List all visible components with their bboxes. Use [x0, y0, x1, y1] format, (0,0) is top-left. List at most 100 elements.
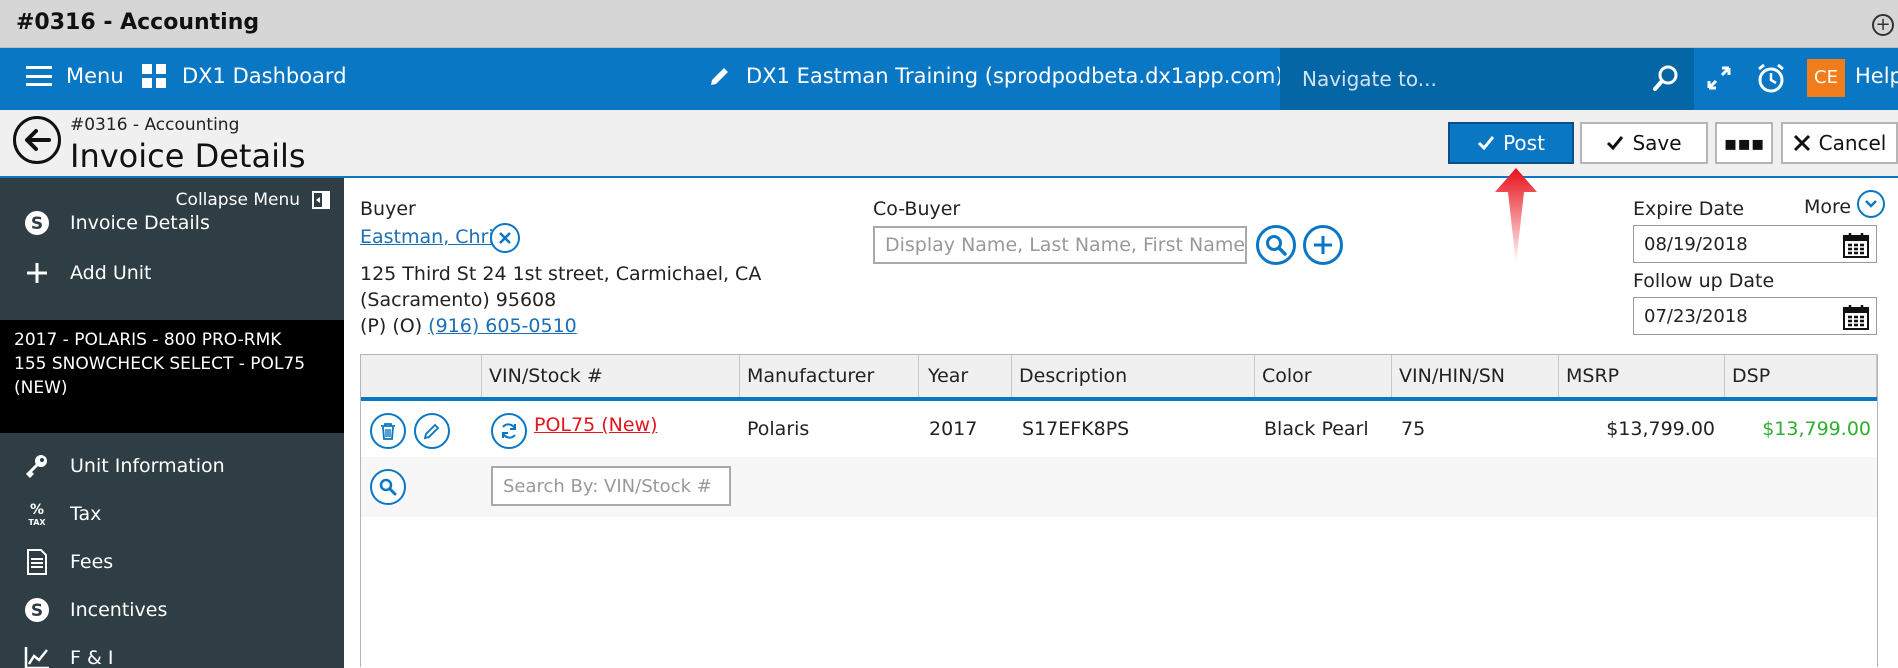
avatar[interactable]: CE: [1807, 59, 1845, 97]
close-icon: [499, 232, 511, 244]
sidebar-item-label: Tax: [70, 503, 102, 525]
calendar-icon[interactable]: [1842, 231, 1870, 259]
svg-text:S: S: [31, 601, 43, 621]
cobuyer-search-button[interactable]: [1256, 225, 1296, 265]
annotation-arrow-icon: [1495, 168, 1537, 264]
sidebar-item-tax[interactable]: % TAX Tax: [0, 491, 344, 537]
column-header-color[interactable]: Color: [1255, 355, 1392, 397]
table-row: POL75 (New) Polaris 2017 S17EFK8PS Black…: [361, 401, 1877, 457]
followup-date-value: 07/23/2018: [1644, 305, 1748, 327]
unit-line: 155 SNOWCHECK SELECT - POL75: [14, 354, 306, 374]
help-link[interactable]: Help: [1855, 64, 1898, 88]
sidebar-item-label: Unit Information: [70, 455, 225, 477]
post-label: Post: [1503, 131, 1545, 155]
search-icon[interactable]: [1652, 64, 1680, 92]
menu-button[interactable]: Menu: [26, 64, 124, 88]
sidebar-item-incentives[interactable]: S Incentives: [0, 587, 344, 633]
fullscreen-icon[interactable]: [1705, 64, 1733, 92]
check-icon: [1607, 136, 1624, 151]
remove-buyer-button[interactable]: [490, 223, 520, 253]
page-title: Invoice Details: [70, 137, 306, 175]
sidebar-item-label: Fees: [70, 551, 114, 573]
sidebar-item-invoice-details[interactable]: S Invoice Details: [0, 200, 344, 246]
check-icon: [1478, 136, 1495, 151]
cancel-button[interactable]: Cancel: [1781, 122, 1898, 164]
calendar-icon[interactable]: [1842, 303, 1870, 331]
document-icon: [27, 549, 47, 575]
buyer-phone-row: (P) (O) (916) 605-0510: [360, 315, 577, 337]
navigate-input[interactable]: [1280, 48, 1620, 110]
svg-text:TAX: TAX: [28, 518, 46, 527]
breadcrumb: #0316 - Accounting: [70, 115, 240, 135]
unit-search-button[interactable]: [370, 469, 406, 505]
followup-date-field[interactable]: 07/23/2018: [1633, 297, 1877, 335]
column-header-dsp[interactable]: DSP: [1725, 355, 1877, 397]
sidebar-item-unit-information[interactable]: Unit Information: [0, 443, 344, 489]
window-title-bar: #0316 - Accounting +: [0, 0, 1898, 48]
add-window-button[interactable]: +: [1872, 14, 1894, 36]
dashboard-grid-icon: [142, 64, 166, 88]
table-header: VIN/Stock # Manufacturer Year Descriptio…: [361, 355, 1877, 401]
column-header-manufacturer[interactable]: Manufacturer: [739, 355, 919, 397]
pencil-icon: [711, 66, 730, 85]
expire-date-field[interactable]: 08/19/2018: [1633, 225, 1877, 263]
column-header-vin-hin-sn[interactable]: VIN/HIN/SN: [1392, 355, 1559, 397]
environment-label: DX1 Eastman Training (sprodpodbeta.dx1ap…: [746, 64, 1284, 88]
svg-text:%: %: [30, 502, 44, 518]
sidebar-item-fees[interactable]: Fees: [0, 539, 344, 585]
save-button[interactable]: Save: [1580, 122, 1708, 164]
hamburger-icon: [26, 66, 52, 86]
unit-line: 2017 - POLARIS - 800 PRO-RMK: [14, 330, 282, 350]
back-arrow-icon: [25, 129, 51, 151]
environment-selector[interactable]: DX1 Eastman Training (sprodpodbeta.dx1ap…: [708, 64, 1283, 88]
followup-date-label: Follow up Date: [1633, 270, 1775, 292]
delete-unit-button[interactable]: [370, 413, 406, 449]
back-button[interactable]: [13, 116, 61, 164]
save-label: Save: [1632, 131, 1682, 155]
sidebar-item-label: Incentives: [70, 599, 168, 621]
cobuyer-label: Co-Buyer: [873, 198, 961, 220]
cell-year: 2017: [929, 418, 978, 440]
expire-date-label: Expire Date: [1633, 198, 1745, 220]
unit-stock-link[interactable]: POL75 (New): [534, 397, 657, 453]
column-header-year[interactable]: Year: [921, 355, 1012, 397]
phone-prefix: (P) (O): [360, 315, 423, 337]
navigate-box: [1280, 48, 1694, 110]
expire-date-value: 08/19/2018: [1644, 233, 1748, 255]
phone-link[interactable]: (916) 605-0510: [428, 315, 577, 337]
dashboard-button[interactable]: DX1 Dashboard: [142, 64, 347, 88]
table-empty-area: [361, 517, 1877, 667]
selected-unit-summary[interactable]: 2017 - POLARIS - 800 PRO-RMK 155 SNOWCHE…: [0, 320, 344, 433]
alarm-clock-icon[interactable]: [1756, 62, 1786, 94]
plus-icon: [27, 263, 47, 283]
pencil-icon: [423, 423, 440, 440]
buyer-name-link[interactable]: Eastman, Chris: [360, 226, 504, 248]
sidebar-item-add-unit[interactable]: Add Unit: [0, 250, 344, 296]
cancel-label: Cancel: [1818, 131, 1887, 155]
trash-icon: [381, 423, 395, 440]
post-button[interactable]: Post: [1448, 122, 1574, 164]
svg-text:S: S: [31, 214, 43, 234]
more-toggle-button[interactable]: [1857, 190, 1885, 218]
menu-label: Menu: [66, 64, 124, 88]
chevron-down-icon: [1865, 200, 1877, 208]
unit-search-input[interactable]: [491, 466, 731, 506]
buyer-address-line1: 125 Third St 24 1st street, Carmichael, …: [360, 263, 762, 285]
more-actions-button[interactable]: ▪▪▪: [1715, 122, 1773, 164]
sidebar-item-label: Invoice Details: [70, 212, 210, 234]
close-icon: [1793, 134, 1810, 152]
app-bar: Menu DX1 Dashboard DX1 Eastman Training …: [0, 48, 1898, 110]
add-cobuyer-button[interactable]: [1303, 225, 1343, 265]
buyer-address-line2: (Sacramento) 95608: [360, 289, 557, 311]
more-toggle-label[interactable]: More: [1804, 196, 1851, 218]
search-icon: [1266, 235, 1287, 256]
cobuyer-search-input[interactable]: [873, 226, 1247, 264]
unit-search-row: [361, 457, 1877, 517]
unit-line: (NEW): [14, 378, 68, 398]
column-header-description[interactable]: Description: [1012, 355, 1255, 397]
edit-unit-button[interactable]: [414, 413, 450, 449]
cell-vin: 75: [1401, 418, 1426, 440]
swap-unit-button[interactable]: [491, 413, 527, 449]
sidebar-item-f-and-i[interactable]: F & I: [0, 635, 344, 668]
column-header-msrp[interactable]: MSRP: [1559, 355, 1725, 397]
